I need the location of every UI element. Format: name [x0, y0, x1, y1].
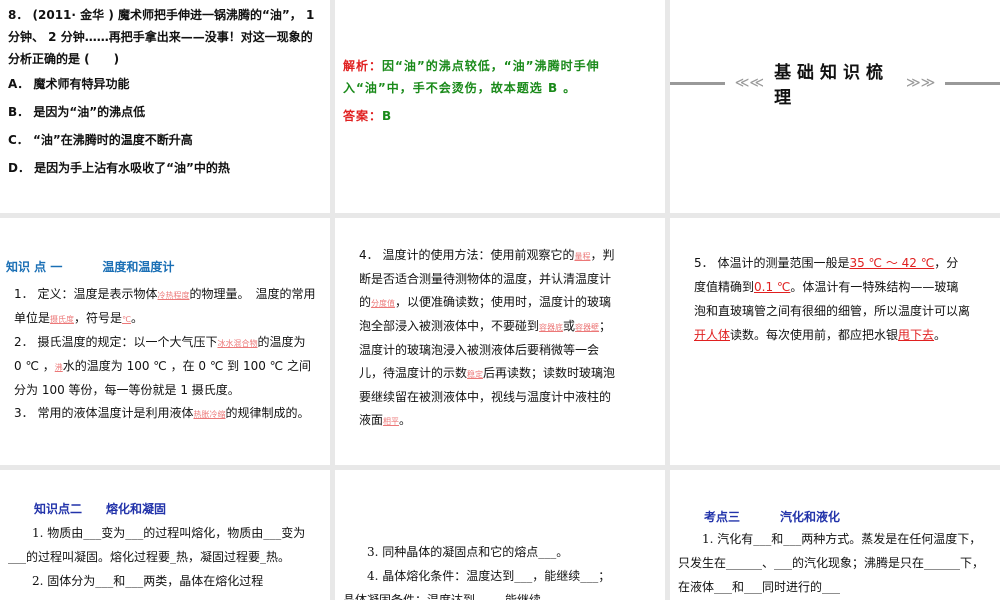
option-c: C． “油”在沸腾时的温度不断升高 — [8, 133, 193, 147]
text-segment: 1． 定义：温度是表示物体 — [14, 287, 158, 301]
right-arrow-icon: ≫≫ — [905, 75, 936, 91]
kp-label: 知识 点 一 — [6, 260, 63, 274]
para-5: 5． 体温计的测量范围一般是35 ℃ ～ 42 ℃，分度值精确到0.1 ℃。体温… — [694, 251, 970, 347]
slide-knowledge-1: 知识 点 一 温度和温度计 1． 定义：温度是表示物体冷热程度的物理量。 温度的常… — [0, 218, 330, 465]
section-title-text: 基础知识梳理 — [774, 63, 890, 108]
kp-title: 汽化和液化 — [780, 510, 841, 524]
option-b: B． 是因为“油”的沸点低 — [8, 105, 146, 119]
slide-crystal: 3. 同种晶体的凝固点和它的熔点___。 4. 晶体熔化条件：温度达到___，能… — [335, 470, 665, 600]
text-segment: 读数。每次使用前，都应把水银 — [730, 328, 899, 342]
text-segment: 5． 体温计的测量范围一般是 — [694, 256, 850, 270]
kp-title: 温度和温度计 — [102, 260, 175, 274]
text-segment: 的规律制成的。 — [225, 406, 310, 420]
answer-blank: 冰水混合物 — [217, 339, 258, 348]
divider — [670, 81, 725, 85]
slide-question-8: 8． (2011· 金华 ) 魔术师把手伸进一锅沸腾的“油”， 1分钟、 2 分… — [0, 0, 330, 213]
para-1: 1. 汽化有___和___两种方式。蒸发是在任何温度下，只发生在______、_… — [678, 532, 985, 594]
section-title: ≪≪ 基础知识梳理 ≫≫ — [670, 58, 1000, 108]
divider — [945, 81, 1000, 85]
kp-label: 考点三 — [704, 510, 741, 524]
answer-blank: 容器底 — [539, 323, 564, 332]
slide-section-title: ≪≪ 基础知识梳理 ≫≫ — [670, 0, 1000, 213]
analysis-text: 解析：因“油”的沸点较低，“油”沸腾时手伸入“油”中，手不会烫伤，故本题选 B … — [335, 0, 665, 99]
text-segment: 。 — [934, 328, 947, 342]
left-arrow-icon: ≪≪ — [734, 75, 765, 91]
slide-analysis: 解析：因“油”的沸点较低，“油”沸腾时手伸入“油”中，手不会烫伤，故本题选 B … — [335, 0, 665, 213]
answer-blank: 0.1 ℃ — [754, 280, 791, 294]
answer-blank: 摄氏度 — [50, 315, 75, 324]
text-segment: 4． 温度计的使用方法：使用前观察它的 — [359, 248, 575, 262]
slide-thermometer-usage: 4． 温度计的使用方法：使用前观察它的量程，判断是否适合测量待测物体的温度，并认… — [335, 218, 665, 465]
answer-blank: 分度值 — [371, 299, 396, 308]
analysis-body: 因“油”的沸点较低，“油”沸腾时手伸入“油”中，手不会烫伤，故本题选 B 。 — [343, 59, 600, 95]
para-3: 3． 常用的液体温度计是利用液体热胀冷缩的规律制成的。 — [14, 402, 316, 426]
answer: 答案：B — [335, 99, 665, 127]
option-d: D． 是因为手上沾有水吸收了“油”中的热 — [8, 161, 230, 175]
slide-knowledge-2: 知识点二 熔化和凝固 1. 物质由___变为___的过程叫熔化，物质由___变为_… — [0, 470, 330, 600]
para-1: 1． 定义：温度是表示物体冷热程度的物理量。 温度的常用单位是摄氏度，符号是℃。 — [14, 283, 316, 331]
answer-blank: ℃ — [122, 315, 132, 324]
answer-blank: 35 ℃ ～ 42 ℃ — [849, 256, 935, 270]
answer-label: 答案： — [343, 109, 383, 123]
text-segment: 2． 摄氏温度的规定：以一个大气压下 — [14, 335, 218, 349]
para-3: 3. 同种晶体的凝固点和它的熔点___。 — [367, 545, 569, 559]
text-segment: 3． 常用的液体温度计是利用液体 — [14, 406, 194, 420]
answer-blank: 稳定 — [467, 370, 484, 379]
slide-knowledge-3: 考点三 汽化和液化 1. 汽化有___和___两种方式。蒸发是在任何温度下，只发生… — [670, 470, 1000, 600]
answer-blank: 容器壁 — [575, 323, 600, 332]
answer-blank: 沸 — [54, 363, 63, 372]
text-segment: ，符号是 — [74, 311, 123, 325]
para-5: 晶体凝固条件：温度达到___，能继续___ — [343, 593, 560, 600]
answer-blank: 热胀冷缩 — [193, 410, 226, 419]
kp-label: 知识点二 — [34, 502, 83, 516]
kp-title: 熔化和凝固 — [106, 502, 167, 516]
question-stem: 8． (2011· 金华 ) 魔术师把手伸进一锅沸腾的“油”， 1分钟、 2 分… — [8, 8, 315, 66]
option-a: A． 魔术师有特异功能 — [8, 77, 130, 91]
text-segment: 或 — [563, 319, 576, 333]
answer-blank: 甩下去 — [898, 328, 935, 342]
para-4: 4． 温度计的使用方法：使用前观察它的量程，判断是否适合测量待测物体的温度，并认… — [359, 244, 621, 433]
answer-value: B — [382, 109, 393, 123]
slide-clinical-thermometer: 5． 体温计的测量范围一般是35 ℃ ～ 42 ℃，分度值精确到0.1 ℃。体温… — [670, 218, 1000, 465]
answer-blank: 相平 — [383, 417, 400, 426]
answer-blank: 开人体 — [694, 328, 731, 342]
analysis-label: 解析： — [343, 59, 383, 73]
text-segment: 。 — [131, 311, 144, 325]
text-segment: 。 — [399, 413, 412, 427]
para-4: 4. 晶体熔化条件：温度达到___，能继续___； — [367, 569, 611, 583]
para-2: 2. 固体分为___和___两类，晶体在熔化过程 — [32, 574, 264, 588]
answer-blank: 冷热程度 — [157, 291, 190, 300]
para-1: 1. 物质由___变为___的过程叫熔化，物质由___变为___的过程叫凝固。熔… — [8, 526, 306, 564]
answer-blank: 量程 — [574, 252, 591, 261]
para-2: 2． 摄氏温度的规定：以一个大气压下冰水混合物的温度为 0 ℃ ，沸水的温度为 … — [14, 331, 316, 402]
